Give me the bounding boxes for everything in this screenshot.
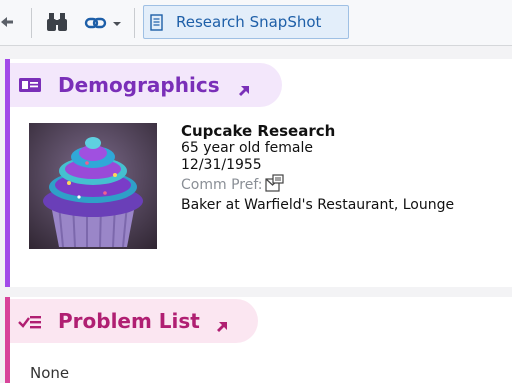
research-snapshot-label: Research SnapShot (176, 13, 322, 31)
toolbar-divider (31, 8, 32, 38)
problem-list-header[interactable]: Problem List (10, 299, 258, 343)
problem-list-section: Problem List None (5, 297, 512, 383)
patient-name[interactable]: Cupcake Research (181, 123, 454, 140)
patient-dob: 12/31/1955 (181, 157, 262, 173)
patient-age-sex: 65 year old female (181, 140, 314, 156)
chain-link-icon[interactable] (84, 11, 126, 33)
binoculars-icon[interactable] (46, 11, 68, 33)
research-snapshot-button[interactable]: Research SnapShot (143, 5, 349, 39)
id-card-icon (18, 77, 42, 97)
back-arrow-icon[interactable] (0, 13, 18, 31)
toolbar-divider (134, 8, 135, 38)
checklist-edit-icon (18, 313, 42, 335)
patient-photo (29, 123, 157, 249)
comm-pref-label: Comm Pref: (181, 177, 263, 193)
document-icon (150, 14, 164, 31)
demographics-title: Demographics (58, 73, 220, 97)
problem-list-title: Problem List (58, 309, 200, 333)
demographics-section: Demographics Cupcake Research 65 year ol… (5, 59, 512, 287)
patient-info: Cupcake Research 65 year old female 12/3… (181, 123, 454, 214)
expand-arrow-icon[interactable] (238, 82, 250, 101)
mail-document-icon (264, 174, 285, 197)
demographics-header[interactable]: Demographics (10, 63, 282, 107)
toolbar: Research SnapShot (0, 0, 512, 46)
comm-pref: Comm Pref: (181, 174, 454, 197)
problem-list-value: None (30, 364, 70, 382)
patient-occupation: Baker at Warfield's Restaurant, Lounge (181, 197, 455, 213)
expand-arrow-icon[interactable] (216, 318, 228, 337)
